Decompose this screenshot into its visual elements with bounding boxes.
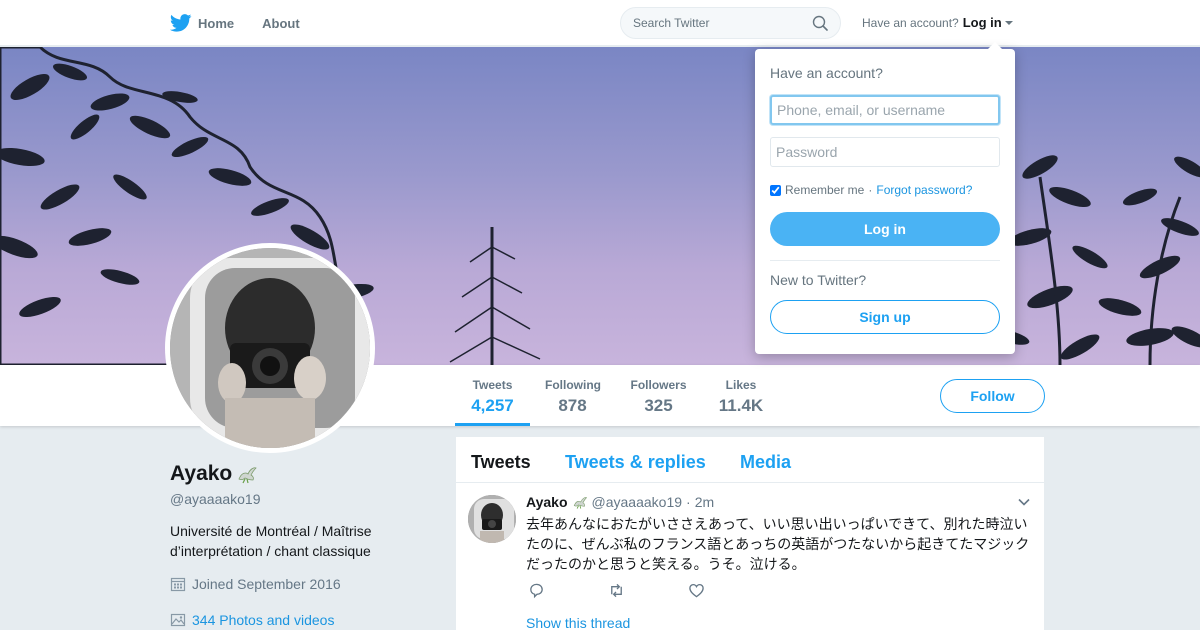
nav-home[interactable]: Home [170, 14, 234, 32]
profile-name-text: Ayako [170, 462, 233, 485]
remember-row: Remember me · Forgot password? [770, 183, 972, 197]
tweet-text: 去年あんなにおたがいささえあって、いい思い出いっぱいできて、別れた時泣いたのに、… [526, 516, 1030, 572]
reply-icon [530, 583, 543, 599]
login-button[interactable]: Log in [770, 212, 1000, 246]
retweet-action[interactable] [608, 582, 688, 600]
login-link-label: Log in [962, 15, 1002, 30]
joined-text: Joined September 2016 [192, 576, 341, 592]
calendar-icon [170, 577, 186, 592]
tweet-author-handle[interactable]: @ayaaaako19 [592, 494, 683, 510]
image-icon [170, 613, 186, 627]
search-icon[interactable] [812, 15, 828, 31]
login-dropdown: Have an account? Remember me · Forgot pa… [755, 42, 1015, 354]
nav-about[interactable]: About [262, 16, 300, 31]
timeline-tabs: Tweets Tweets & replies Media [456, 437, 1044, 483]
caret-down-icon [1004, 20, 1013, 25]
tab-media[interactable]: Media [740, 452, 791, 473]
avatar-photo [170, 248, 370, 448]
like-action[interactable] [688, 582, 768, 600]
camera-selfie-image [170, 248, 370, 448]
nav-about-label: About [262, 15, 300, 31]
show-thread-link[interactable]: Show this thread [526, 615, 630, 630]
search-input[interactable]: Search Twitter [633, 16, 812, 30]
stat-likes[interactable]: Likes 11.4K [716, 378, 766, 416]
dropdown-title: Have an account? [770, 65, 883, 81]
remember-separator: · [868, 183, 873, 197]
signup-button[interactable]: Sign up [770, 300, 1000, 334]
dropdown-divider [770, 260, 1000, 261]
search-box[interactable]: Search Twitter [620, 7, 841, 39]
photos-videos-link[interactable]: 344 Photos and videos [170, 612, 334, 628]
remember-label[interactable]: Remember me [785, 183, 864, 197]
joined-date: Joined September 2016 [170, 576, 341, 592]
tweet-actions [528, 582, 768, 600]
stat-followers-value: 325 [644, 396, 673, 415]
profile-bio: Université de Montréal / Maîtrise d’inte… [170, 523, 372, 559]
tweet-timestamp[interactable]: 2m [695, 494, 714, 510]
stat-tweets-value: 4,257 [471, 396, 514, 415]
stat-followers[interactable]: Followers 325 [630, 378, 687, 416]
profile-avatar[interactable] [165, 243, 375, 453]
photos-videos-text: 344 Photos and videos [192, 612, 335, 628]
heart-icon [689, 583, 704, 598]
timeline: Tweets Tweets & replies Media Ayako @aya… [456, 437, 1044, 630]
top-nav: Home About Search Twitter Have an accoun… [0, 0, 1200, 46]
tab-tweets-replies[interactable]: Tweets & replies [565, 452, 706, 473]
stat-likes-value: 11.4K [718, 396, 764, 415]
follow-button[interactable]: Follow [940, 379, 1045, 413]
profile-handle[interactable]: @ayaaaako19 [170, 491, 261, 507]
have-account: Have an account? Log in [862, 15, 1013, 30]
nav-home-label: Home [198, 15, 235, 31]
active-stat-indicator [455, 423, 530, 426]
new-to-twitter-text: New to Twitter? [770, 272, 867, 288]
profile-name: Ayako [170, 462, 258, 486]
stat-following-value: 878 [558, 396, 587, 415]
forgot-password-link[interactable]: Forgot password? [876, 183, 972, 197]
password-input[interactable] [770, 137, 1000, 167]
stat-tweets[interactable]: Tweets 4,257 [470, 378, 515, 416]
stat-followers-label: Followers [630, 378, 687, 392]
dove-emoji-icon [238, 467, 257, 484]
tab-tweets[interactable]: Tweets [471, 452, 531, 473]
tweet-avatar-image [468, 495, 516, 543]
remember-checkbox[interactable] [770, 184, 781, 196]
tweet-header: Ayako @ayaaaako19 · 2m [526, 494, 714, 510]
tweet-avatar[interactable] [468, 495, 516, 543]
twitter-bird-icon [170, 14, 192, 32]
stat-following[interactable]: Following 878 [545, 378, 601, 416]
username-input[interactable] [770, 95, 1000, 125]
stat-tweets-label: Tweets [472, 378, 513, 392]
reply-action[interactable] [528, 582, 608, 600]
have-account-text: Have an account? [862, 15, 959, 30]
stat-following-label: Following [545, 378, 601, 392]
stat-likes-label: Likes [725, 378, 757, 392]
dove-emoji-icon [573, 497, 587, 509]
tweet-item[interactable]: Ayako @ayaaaako19 · 2m 去年あんなにおたがいささえあって、… [456, 484, 1044, 630]
tweet-separator: · [686, 494, 691, 510]
tweet-author-name[interactable]: Ayako [526, 494, 568, 510]
dropdown-arrow [987, 42, 1003, 50]
login-dropdown-toggle[interactable]: Log in [963, 15, 1013, 30]
chevron-down-icon[interactable] [1018, 496, 1030, 508]
nav-left: Home About [170, 0, 328, 46]
retweet-icon [611, 583, 622, 598]
